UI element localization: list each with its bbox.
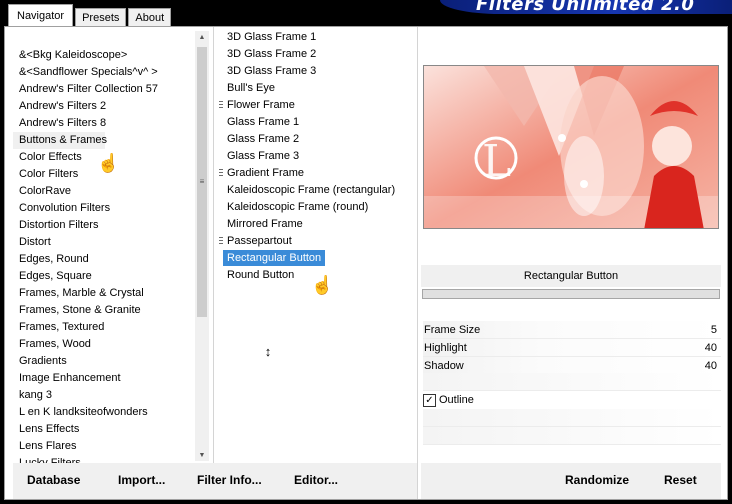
filter-item[interactable]: 3D Glass Frame 2	[219, 46, 417, 63]
filter-item-label: Round Button	[227, 269, 295, 281]
category-item[interactable]: Edges, Square	[13, 268, 209, 285]
filter-item[interactable]: Glass Frame 1	[219, 114, 417, 131]
scroll-down-arrow-icon[interactable]: ▼	[195, 449, 209, 461]
parameter-list: Frame Size 5 Highlight 40 Shadow 40	[423, 321, 721, 375]
preview-zoom-slider[interactable]	[422, 289, 720, 299]
filter-item-label: Kaleidoscopic Frame (rectangular)	[227, 184, 396, 196]
param-label: Shadow	[424, 360, 464, 372]
filter-item[interactable]: 3D Glass Frame 1	[219, 29, 417, 46]
filter-item[interactable]: Glass Frame 3	[219, 148, 417, 165]
banner-title: Filters Unlimited 2.0	[476, 0, 695, 14]
filter-item-label: Gradient Frame	[227, 167, 305, 179]
category-item[interactable]: Andrew's Filter Collection 57	[13, 81, 209, 98]
param-frame-size[interactable]: Frame Size 5	[423, 321, 721, 339]
category-item[interactable]: kang 3	[13, 387, 209, 404]
randomize-button[interactable]: Randomize	[565, 473, 629, 487]
category-item[interactable]: Andrew's Filters 8	[13, 115, 209, 132]
filter-item-label: Glass Frame 1	[227, 116, 300, 128]
param-value: 40	[704, 342, 717, 354]
filter-item-label: Passepartout	[227, 235, 292, 247]
filter-item[interactable]: Kaleidoscopic Frame (round)	[219, 199, 417, 216]
filters-unlimited-window: Filters Unlimited 2.0 Navigator Presets …	[0, 0, 732, 504]
category-item[interactable]: Buttons & Frames	[13, 132, 107, 149]
outline-label: Outline	[439, 394, 474, 406]
bottom-toolbar-right: Randomize Reset	[421, 463, 721, 499]
filter-item-label: Bull's Eye	[227, 82, 275, 94]
param-value: 5	[710, 324, 717, 336]
divider	[213, 27, 214, 463]
reset-button[interactable]: Reset	[664, 473, 697, 487]
navigator-panel: &<Bkg Kaleidoscope> &<Sandflower Specials…	[4, 26, 728, 500]
category-item[interactable]: Frames, Marble & Crystal	[13, 285, 209, 302]
category-item[interactable]: Edges, Round	[13, 251, 209, 268]
filter-item[interactable]: 3D Glass Frame 3	[219, 63, 417, 80]
hand-cursor-icon: ☝	[97, 153, 120, 173]
category-item[interactable]: &<Sandflower Specials^v^ >	[13, 64, 209, 81]
svg-text:L: L	[482, 136, 511, 187]
category-item[interactable]: Lucky Filters	[13, 455, 209, 463]
category-item[interactable]: Frames, Wood	[13, 336, 209, 353]
filter-list[interactable]: 3D Glass Frame 1 3D Glass Frame 2 3D Glass…	[219, 29, 417, 463]
editor-button[interactable]: Editor...	[294, 473, 338, 487]
filter-item[interactable]: Mirrored Frame	[219, 216, 417, 233]
category-item[interactable]: Image Enhancement	[13, 370, 209, 387]
filter-item-label: Glass Frame 2	[227, 133, 300, 145]
category-item[interactable]: &<Bkg Kaleidoscope>	[13, 47, 209, 64]
filter-item-label: 3D Glass Frame 1	[227, 31, 317, 43]
preview-artwork: L	[424, 66, 718, 228]
tab-navigator[interactable]: Navigator	[8, 4, 74, 26]
filter-item-label: 3D Glass Frame 2	[227, 48, 317, 60]
category-item[interactable]: Frames, Textured	[13, 319, 209, 336]
filter-item[interactable]: Bull's Eye	[219, 80, 417, 97]
param-empty-row	[423, 427, 721, 445]
resize-updown-icon: ↕	[264, 344, 272, 359]
category-item[interactable]: Gradients	[13, 353, 209, 370]
outline-option[interactable]: ✓ Outline	[423, 391, 474, 409]
tab-about[interactable]: About	[128, 8, 172, 26]
outline-checkbox[interactable]: ✓	[423, 393, 436, 407]
tab-bar: Navigator Presets About	[8, 4, 173, 26]
scroll-grip-icon: ≡	[199, 176, 205, 186]
filter-item-label: Glass Frame 3	[227, 150, 300, 162]
filter-item-label: 3D Glass Frame 3	[227, 65, 317, 77]
divider	[417, 27, 418, 499]
import-button[interactable]: Import...	[118, 473, 165, 487]
category-item[interactable]: Distortion Filters	[13, 217, 209, 234]
filter-item[interactable]: Rectangular Button	[219, 250, 417, 267]
category-scrollbar[interactable]: ▲ ≡ ▼	[195, 31, 209, 461]
bottom-toolbar-left: Database Import... Filter Info... Editor…	[13, 463, 417, 499]
filter-name-display: Rectangular Button	[421, 265, 721, 287]
filter-item-label: Rectangular Button	[223, 250, 326, 266]
title-banner: Filters Unlimited 2.0	[440, 0, 732, 14]
param-label: Highlight	[424, 342, 467, 354]
category-item[interactable]: L en K landksiteofwonders	[13, 404, 209, 421]
param-empty-row	[423, 409, 721, 427]
scroll-up-arrow-icon[interactable]: ▲	[195, 31, 209, 43]
category-item[interactable]: Distort	[13, 234, 209, 251]
filter-item-label: Kaleidoscopic Frame (round)	[227, 201, 369, 213]
param-empty-row	[423, 373, 721, 391]
filter-info-button[interactable]: Filter Info...	[197, 473, 262, 487]
param-label: Frame Size	[424, 324, 481, 336]
database-button[interactable]: Database	[27, 473, 80, 487]
filter-item[interactable]: Flower Frame	[219, 97, 417, 114]
category-list[interactable]: &<Bkg Kaleidoscope> &<Sandflower Specials…	[13, 29, 209, 463]
tab-presets[interactable]: Presets	[75, 8, 127, 26]
category-item[interactable]: Andrew's Filters 2	[13, 98, 209, 115]
category-item[interactable]: Frames, Stone & Granite	[13, 302, 209, 319]
preview-image: L	[423, 65, 719, 229]
category-item[interactable]: Convolution Filters	[13, 200, 209, 217]
filter-item[interactable]: Passepartout	[219, 233, 417, 250]
category-item[interactable]: Lens Flares	[13, 438, 209, 455]
param-highlight[interactable]: Highlight 40	[423, 339, 721, 357]
filter-item[interactable]: Glass Frame 2	[219, 131, 417, 148]
category-item[interactable]: ColorRave	[13, 183, 209, 200]
hand-cursor-icon: ☝	[311, 275, 334, 295]
filter-item[interactable]: Gradient Frame	[219, 165, 417, 182]
filter-item-label: Mirrored Frame	[227, 218, 303, 230]
filter-item-label: Flower Frame	[227, 99, 295, 111]
filter-item[interactable]: Kaleidoscopic Frame (rectangular)	[219, 182, 417, 199]
category-item[interactable]: Lens Effects	[13, 421, 209, 438]
